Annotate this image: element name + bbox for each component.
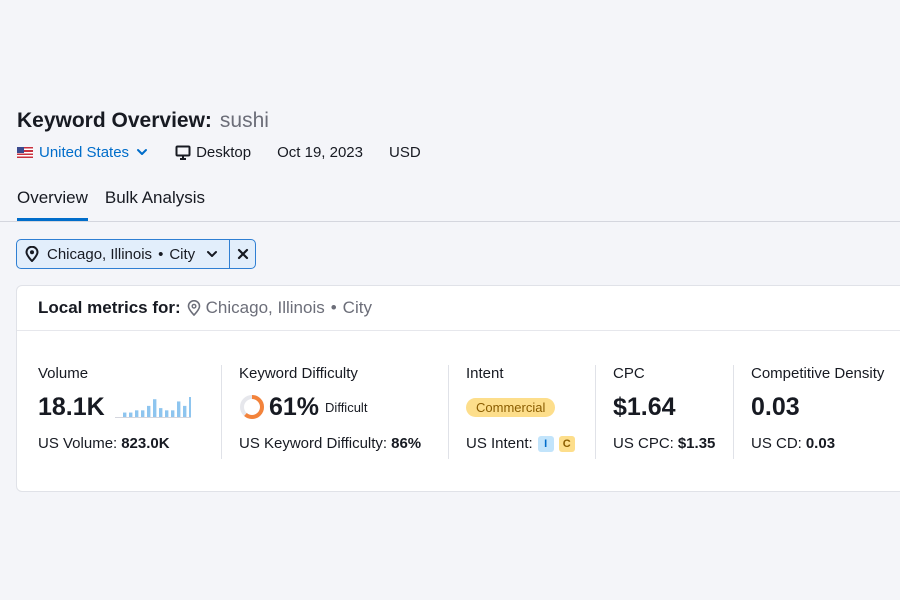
sparkline-bar <box>122 412 127 417</box>
currency-label: USD <box>389 143 421 161</box>
volume-trend-sparkline <box>114 397 191 418</box>
metric-value: $1.64 <box>613 392 676 421</box>
remove-location-button[interactable] <box>230 240 255 268</box>
page-header: Keyword Overview: sushi United States De… <box>0 95 900 222</box>
tab-bulk-analysis[interactable]: Bulk Analysis <box>105 188 205 221</box>
device-indicator[interactable]: Desktop <box>175 144 251 161</box>
filter-row: Chicago, Illinois • City <box>0 222 900 286</box>
metrics-row: Volume 18.1K US Volume: 823.0K Keyword D… <box>17 331 900 459</box>
intent-badge-informational: I <box>537 435 554 452</box>
sub-label: US Volume: <box>38 435 118 452</box>
local-metrics-dot: • <box>330 298 337 317</box>
metric-sub: US CD: 0.03 <box>751 435 900 452</box>
metric-value: 18.1K <box>38 391 204 423</box>
sparkline-bar <box>158 408 163 417</box>
local-metrics-header: Local metrics for: Chicago, Illinois • C… <box>17 286 900 331</box>
chip-dot: • <box>158 245 164 263</box>
chip-location: Chicago, Illinois <box>47 245 153 263</box>
metric-label: Competitive Density <box>751 365 885 382</box>
difficulty-value: 61% <box>269 392 320 421</box>
metric-value: Commercial <box>466 391 578 423</box>
sub-label: US CD: <box>751 435 802 452</box>
metric-value: 61% Difficult <box>239 391 431 423</box>
sub-value: 0.03 <box>805 435 836 452</box>
metric-keyword-difficulty: Keyword Difficulty 61% Difficult US Keyw… <box>239 365 431 459</box>
metric-volume: Volume 18.1K US Volume: 823.0K <box>38 365 204 459</box>
sparkline-bar <box>140 410 145 417</box>
chevron-down-icon <box>137 149 148 155</box>
title-keyword: sushi <box>219 109 269 132</box>
intent-badge-commercial: C <box>558 435 575 452</box>
local-metrics-type: City <box>342 298 372 317</box>
tabs: Overview Bulk Analysis <box>0 164 900 222</box>
title-label: Keyword Overview: <box>17 109 212 132</box>
metric-label: CPC <box>613 365 645 382</box>
volume-value: 18.1K <box>38 392 105 421</box>
metric-label: Volume <box>38 365 89 382</box>
sparkline-bar <box>170 410 175 417</box>
sparkline-bar <box>128 412 133 417</box>
divider <box>221 365 222 459</box>
us-flag-icon <box>17 146 33 158</box>
sparkline-bar <box>164 410 169 417</box>
location-filter-chip: Chicago, Illinois • City <box>16 239 257 269</box>
sparkline-bar <box>152 399 157 417</box>
metric-label: Intent <box>466 365 504 382</box>
database-select[interactable]: United States <box>17 144 149 161</box>
sparkline-bar <box>182 405 187 417</box>
meta-row: United States Desktop Oct 19, 2023 USD <box>17 140 883 164</box>
top-band <box>0 0 900 95</box>
location-pin-icon <box>25 246 39 262</box>
page-title: Keyword Overview: sushi <box>17 95 883 140</box>
database-label: United States <box>39 143 130 161</box>
metric-competitive-density: Competitive Density 0.03 US CD: 0.03 <box>751 365 900 459</box>
sub-value: $1.35 <box>677 435 716 452</box>
sub-value: 823.0K <box>121 435 170 452</box>
metric-sub: US Volume: 823.0K <box>38 435 204 452</box>
sub-label: US Keyword Difficulty: <box>239 435 388 452</box>
sub-value: 86% <box>391 435 422 452</box>
sub-label: US CPC: <box>613 435 674 452</box>
divider <box>595 365 596 459</box>
metric-sub: US Intent: I C <box>466 435 578 452</box>
date-label: Oct 19, 2023 <box>277 143 363 161</box>
divider <box>733 365 734 459</box>
divider <box>448 365 449 459</box>
location-pin-icon <box>187 300 200 316</box>
local-metrics-location: Chicago, Illinois <box>205 298 325 317</box>
metric-cpc: CPC $1.64 US CPC: $1.35 <box>613 365 716 459</box>
chevron-down-icon <box>207 251 218 257</box>
location-filter-select[interactable]: Chicago, Illinois • City <box>17 240 231 268</box>
sub-label: US Intent: <box>466 435 533 452</box>
chip-type: City <box>169 245 196 263</box>
metric-sub: US Keyword Difficulty: 86% <box>239 435 431 452</box>
difficulty-level: Difficult <box>325 399 368 415</box>
close-icon <box>237 248 248 260</box>
local-metrics-card: Local metrics for: Chicago, Illinois • C… <box>16 285 900 492</box>
sparkline-bar <box>176 401 181 417</box>
device-label: Desktop <box>196 143 252 161</box>
sparkline-bar <box>146 405 151 417</box>
tab-overview[interactable]: Overview <box>17 188 88 221</box>
metric-intent: Intent Commercial US Intent: I C <box>466 365 578 459</box>
metric-label: Keyword Difficulty <box>239 365 358 382</box>
sparkline-bar <box>134 410 139 417</box>
sparkline-bar <box>188 397 191 417</box>
metric-value: 0.03 <box>751 392 800 421</box>
desktop-icon <box>175 145 191 160</box>
local-metrics-label: Local metrics for: <box>38 298 181 317</box>
intent-pill: Commercial <box>466 397 556 417</box>
metric-sub: US CPC: $1.35 <box>613 435 716 452</box>
difficulty-ring-icon <box>240 395 264 419</box>
